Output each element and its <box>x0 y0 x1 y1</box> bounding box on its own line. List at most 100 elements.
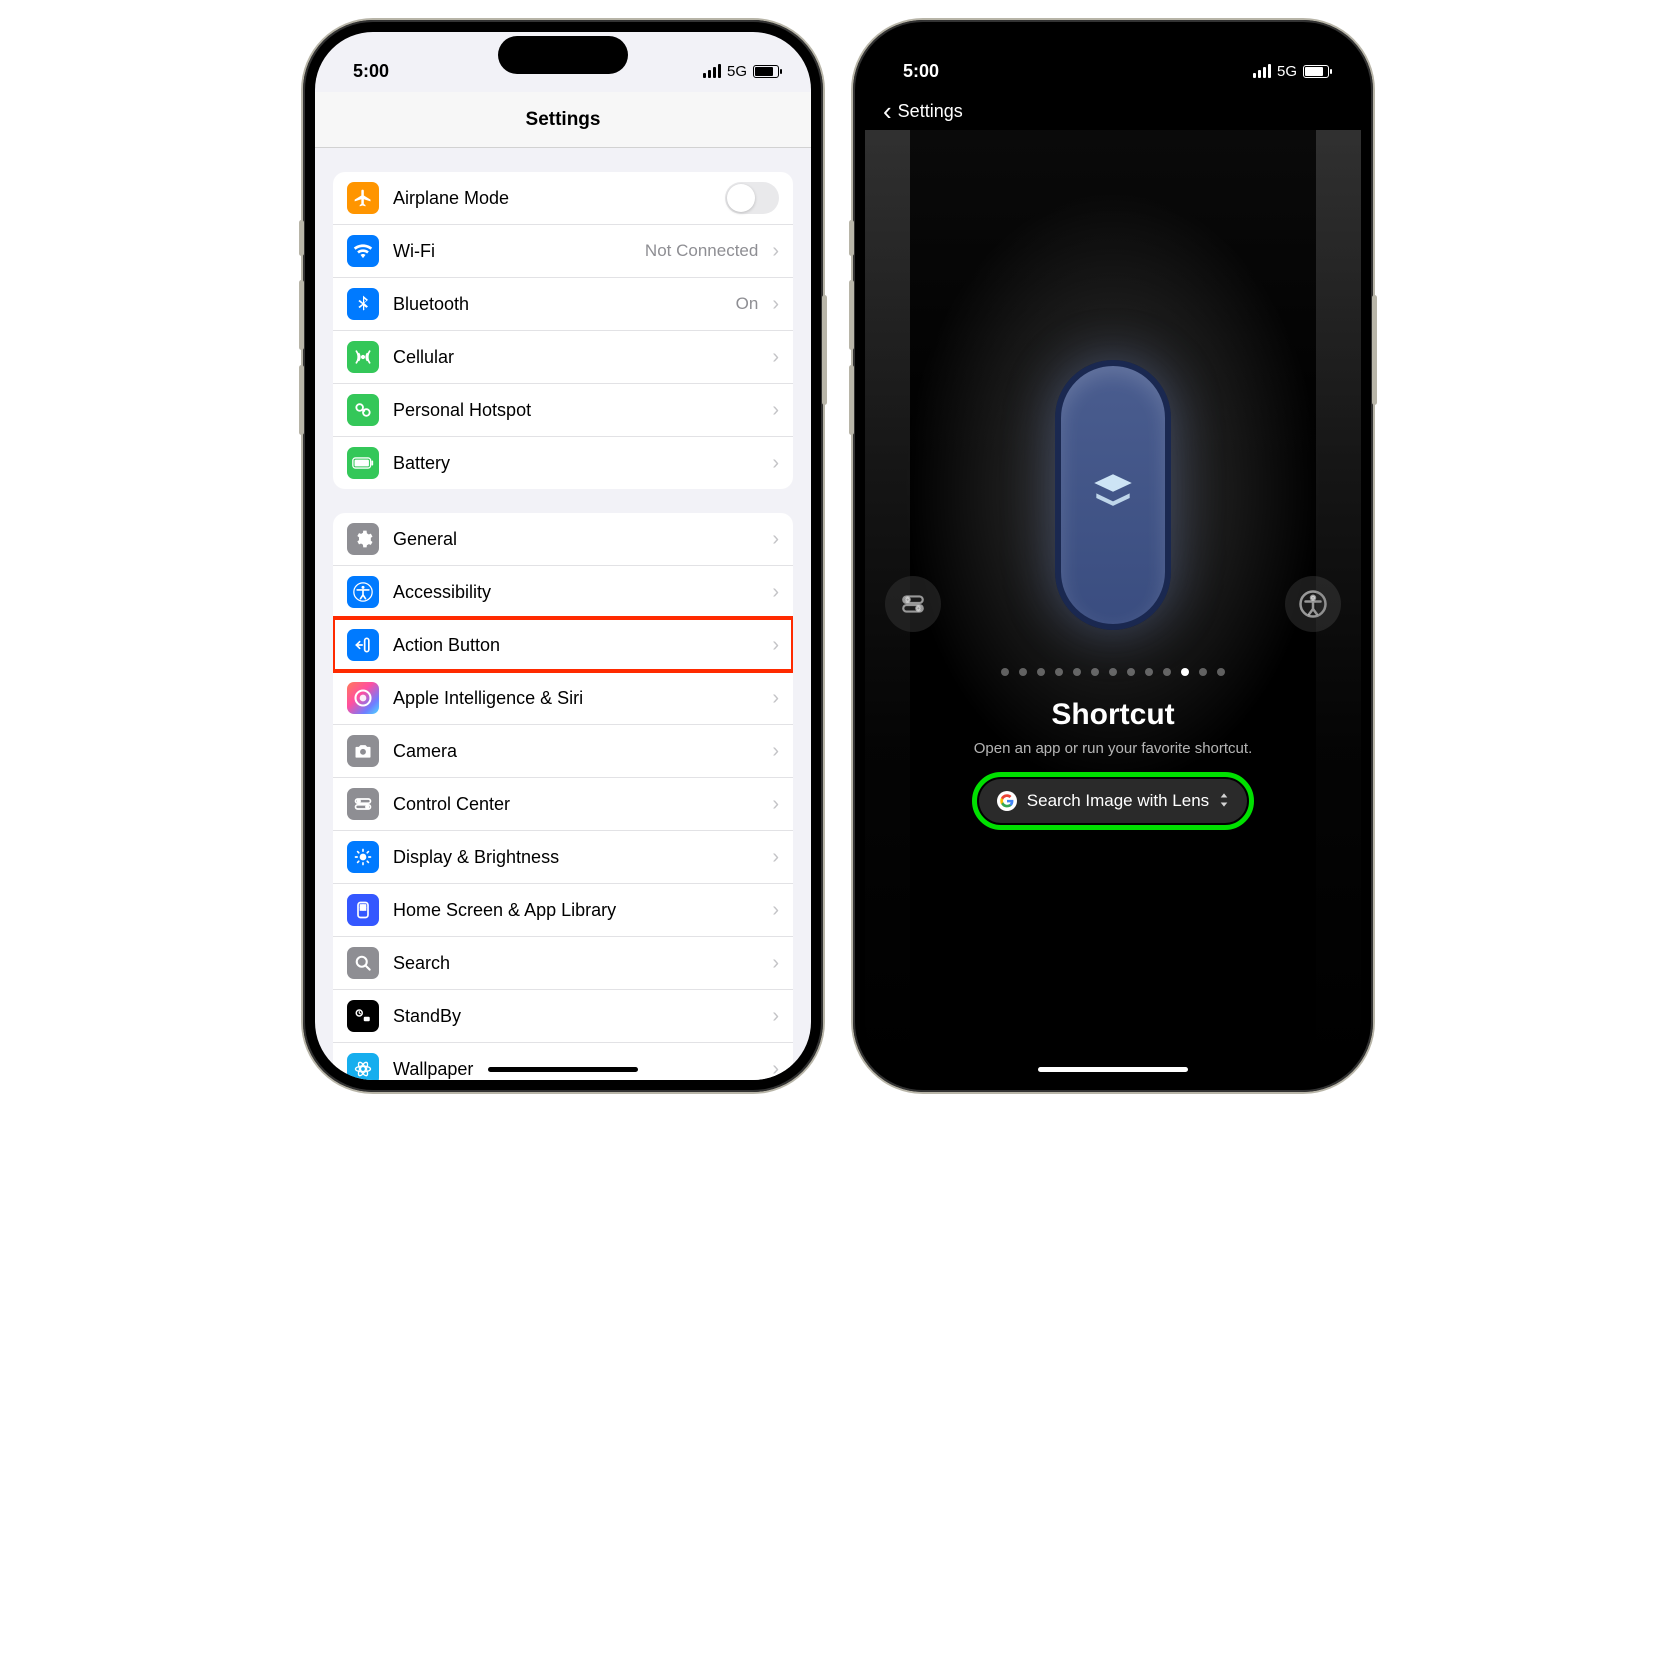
status-time: 5:00 <box>353 61 389 82</box>
option-title: Shortcut <box>1051 698 1174 732</box>
row-label: Battery <box>393 453 758 474</box>
siri-icon <box>347 682 379 714</box>
page-dot[interactable] <box>1019 668 1027 676</box>
left-phone-mockup: 5:00 5G Settings Airplane ModeWi-FiNot C… <box>303 20 823 1092</box>
page-dot[interactable] <box>1091 668 1099 676</box>
settings-row-display-brightness[interactable]: Display & Brightness › <box>333 830 793 883</box>
page-dot[interactable] <box>1073 668 1081 676</box>
signal-icon <box>703 64 721 78</box>
page-dot[interactable] <box>1163 668 1171 676</box>
nav-header: Settings <box>315 92 811 148</box>
settings-row-wi-fi[interactable]: Wi-FiNot Connected› <box>333 224 793 277</box>
chevron-right-icon: › <box>772 952 779 975</box>
chevron-right-icon: › <box>772 293 779 316</box>
row-label: Display & Brightness <box>393 847 758 868</box>
chevron-right-icon: › <box>772 1005 779 1028</box>
row-label: Control Center <box>393 794 758 815</box>
search-icon <box>347 947 379 979</box>
action-button-icon <box>347 629 379 661</box>
settings-row-standby[interactable]: StandBy› <box>333 989 793 1042</box>
settings-content[interactable]: Airplane ModeWi-FiNot Connected›Bluetoot… <box>315 148 811 1080</box>
camera-icon <box>347 735 379 767</box>
wallpaper-icon <box>347 1053 379 1080</box>
chevron-right-icon: › <box>772 793 779 816</box>
settings-screen: 5:00 5G Settings Airplane ModeWi-FiNot C… <box>315 32 811 1080</box>
settings-row-airplane-mode[interactable]: Airplane Mode <box>333 172 793 224</box>
row-label: General <box>393 529 758 550</box>
page-dot[interactable] <box>1109 668 1117 676</box>
back-label: Settings <box>898 101 963 122</box>
page-dot[interactable] <box>1037 668 1045 676</box>
page-dot[interactable] <box>1217 668 1225 676</box>
shortcut-stack-icon <box>1088 468 1138 523</box>
settings-row-bluetooth[interactable]: BluetoothOn› <box>333 277 793 330</box>
settings-row-accessibility[interactable]: Accessibility› <box>333 565 793 618</box>
row-label: Accessibility <box>393 582 758 603</box>
page-dot[interactable] <box>1055 668 1063 676</box>
toggle-switch[interactable] <box>725 182 779 214</box>
power-button <box>1372 295 1377 405</box>
accessibility-ring-icon <box>1298 589 1328 619</box>
toggle-icon <box>900 591 926 617</box>
row-label: Search <box>393 953 758 974</box>
status-time: 5:00 <box>903 61 939 82</box>
gear-icon <box>347 523 379 555</box>
settings-row-search[interactable]: Search › <box>333 936 793 989</box>
option-description: Open an app or run your favorite shortcu… <box>974 740 1253 757</box>
power-button <box>822 295 827 405</box>
selected-shortcut-label: Search Image with Lens <box>1027 791 1209 811</box>
settings-group: General›Accessibility›Action Button›Appl… <box>333 513 793 1080</box>
settings-row-home-screen-app-library[interactable]: Home Screen & App Library› <box>333 883 793 936</box>
row-label: Airplane Mode <box>393 188 711 209</box>
settings-group: Airplane ModeWi-FiNot Connected›Bluetoot… <box>333 172 793 489</box>
settings-row-control-center[interactable]: Control Center › <box>333 777 793 830</box>
page-title: Settings <box>526 109 601 131</box>
right-phone-mockup: 5:00 5G ‹ Settings Shortcu <box>853 20 1373 1092</box>
standby-icon <box>347 1000 379 1032</box>
row-label: Home Screen & App Library <box>393 900 758 921</box>
back-chevron-icon: ‹ <box>883 98 892 124</box>
chevron-updown-icon <box>1219 793 1229 810</box>
volume-up-button <box>299 220 304 256</box>
settings-row-cellular[interactable]: Cellular› <box>333 330 793 383</box>
selected-shortcut-button[interactable]: Search Image with Lens <box>979 779 1247 823</box>
next-option-button[interactable] <box>1285 576 1341 632</box>
settings-row-general[interactable]: General› <box>333 513 793 565</box>
airplane-icon <box>347 182 379 214</box>
hotspot-icon <box>347 394 379 426</box>
page-dots[interactable] <box>1001 668 1225 676</box>
chevron-right-icon: › <box>772 846 779 869</box>
settings-row-wallpaper[interactable]: Wallpaper› <box>333 1042 793 1080</box>
page-dot[interactable] <box>1127 668 1135 676</box>
row-label: Action Button <box>393 635 758 656</box>
settings-row-camera[interactable]: Camera› <box>333 724 793 777</box>
battery-icon <box>1303 65 1329 78</box>
page-dot[interactable] <box>1145 668 1153 676</box>
volume-up-button <box>849 220 854 256</box>
row-value: On <box>736 294 759 314</box>
action-button-body[interactable]: Shortcut Open an app or run your favorit… <box>865 130 1361 1078</box>
settings-row-battery[interactable]: Battery › <box>333 436 793 489</box>
row-label: Cellular <box>393 347 758 368</box>
back-navigation[interactable]: ‹ Settings <box>865 92 1361 130</box>
chevron-right-icon: › <box>772 1058 779 1081</box>
page-dot[interactable] <box>1001 668 1009 676</box>
chevron-right-icon: › <box>772 634 779 657</box>
cellular-icon <box>347 341 379 373</box>
action-button-screen: 5:00 5G ‹ Settings Shortcu <box>865 32 1361 1080</box>
chevron-right-icon: › <box>772 687 779 710</box>
action-button-visual <box>1055 360 1171 630</box>
settings-row-apple-intelligence-siri[interactable]: Apple Intelligence & Siri› <box>333 671 793 724</box>
page-dot[interactable] <box>1181 668 1189 676</box>
volume-down-button <box>299 280 304 350</box>
settings-row-personal-hotspot[interactable]: Personal Hotspot› <box>333 383 793 436</box>
wifi-icon <box>347 235 379 267</box>
page-dot[interactable] <box>1199 668 1207 676</box>
settings-row-action-button[interactable]: Action Button › <box>333 618 793 671</box>
accessibility-icon <box>347 576 379 608</box>
home-indicator[interactable] <box>488 1067 638 1072</box>
home-indicator[interactable] <box>1038 1067 1188 1072</box>
chevron-right-icon: › <box>772 452 779 475</box>
prev-option-button[interactable] <box>885 576 941 632</box>
row-label: Personal Hotspot <box>393 400 758 421</box>
